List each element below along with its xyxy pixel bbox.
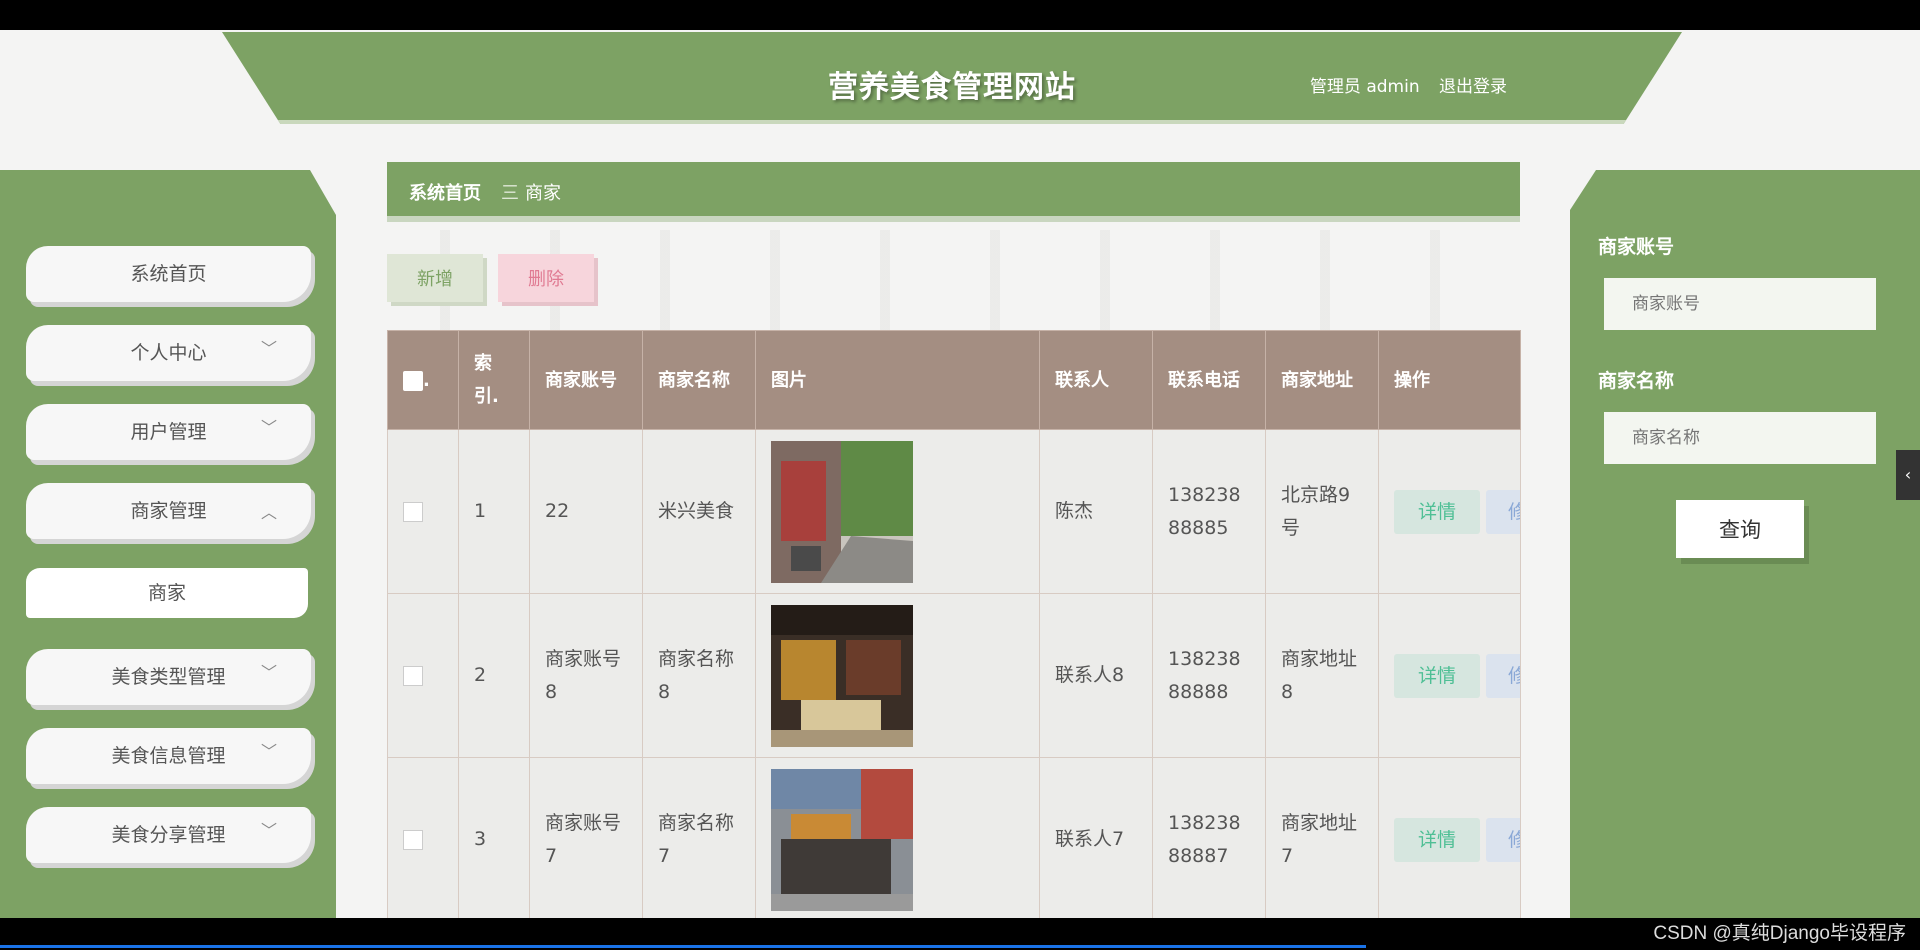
breadcrumb: 系统首页 三 商家	[387, 162, 1520, 222]
header-account: 商家账号	[529, 330, 643, 430]
sidebar-item-user-management[interactable]: 用户管理 ﹀	[26, 404, 311, 460]
cell-name: 米兴美食	[642, 429, 756, 594]
sidebar-subitem-label: 商家	[147, 582, 186, 604]
header-actions: 操作	[1378, 330, 1521, 430]
chevron-down-icon: ﹀	[260, 339, 277, 358]
header-select-all: .	[387, 330, 459, 430]
app-window: 营养美食管理网站 管理员 admin 退出登录 系统首页 个人中心 ﹀ 用户管理…	[0, 30, 1920, 918]
select-all-checkbox[interactable]	[403, 370, 423, 391]
sidebar-item-label: 美食类型管理	[111, 666, 226, 688]
detail-button[interactable]: 详情	[1394, 653, 1480, 698]
collapse-panel-icon[interactable]: ‹	[1896, 450, 1920, 500]
account-search-input[interactable]	[1604, 278, 1876, 330]
sidebar: 系统首页 个人中心 ﹀ 用户管理 ﹀ 商家管理 ︿ 商家 美食类型管理 ﹀ 美食…	[0, 170, 336, 918]
admin-label: 管理员 admin	[1309, 77, 1420, 97]
header-phone: 联系电话	[1152, 330, 1266, 430]
user-area: 管理员 admin 退出登录	[1310, 72, 1507, 97]
table-header-row: . 索引. 商家账号 商家名称 图片 联系人 联系电话 商家地址 操作	[387, 330, 1521, 430]
table-row: 3 商家账号7 商家名称7 联系人7 13823888887 商家地址7 详情	[387, 757, 1521, 918]
merchant-photo	[771, 440, 913, 583]
cell-phone: 13823888887	[1152, 757, 1266, 918]
merchant-photo	[771, 604, 913, 747]
detail-button[interactable]: 详情	[1394, 817, 1480, 862]
query-button[interactable]: 查询	[1676, 500, 1804, 558]
breadcrumb-home[interactable]: 系统首页	[409, 179, 481, 205]
logout-link[interactable]: 退出登录	[1439, 77, 1507, 97]
sidebar-item-label: 商家管理	[130, 500, 207, 522]
header-name: 商家名称	[642, 330, 756, 430]
sidebar-item-food-info-management[interactable]: 美食信息管理 ﹀	[26, 728, 311, 784]
cell-name: 商家名称7	[642, 757, 756, 918]
cell-phone: 13823888885	[1152, 429, 1266, 594]
table-row: 1 22 米兴美食 陈杰 13823888885 北京路9号 详情	[387, 429, 1521, 594]
chevron-down-icon: ﹀	[260, 821, 277, 840]
cell-contact: 联系人8	[1039, 593, 1153, 758]
sidebar-item-food-share-management[interactable]: 美食分享管理 ﹀	[26, 807, 311, 863]
add-button[interactable]: 新增	[387, 254, 483, 302]
cell-name: 商家名称8	[642, 593, 756, 758]
sidebar-item-label: 美食分享管理	[111, 824, 226, 846]
edit-button[interactable]: 修	[1486, 653, 1520, 698]
row-checkbox[interactable]	[403, 829, 423, 850]
cell-contact: 陈杰	[1039, 429, 1153, 594]
delete-button[interactable]: 删除	[498, 254, 594, 302]
cell-phone: 13823888888	[1152, 593, 1266, 758]
cell-index: 1	[458, 429, 530, 594]
sidebar-item-food-type-management[interactable]: 美食类型管理 ﹀	[26, 649, 311, 705]
cell-account: 商家账号8	[529, 593, 643, 758]
top-header: 营养美食管理网站 管理员 admin 退出登录	[222, 32, 1682, 124]
header-image: 图片	[755, 330, 1040, 430]
cell-contact: 联系人7	[1039, 757, 1153, 918]
watermark: CSDN @真纯Django毕设程序	[1653, 923, 1906, 944]
sidebar-item-merchant-management[interactable]: 商家管理 ︿	[26, 483, 311, 539]
chevron-down-icon: ﹀	[260, 663, 277, 682]
edit-button[interactable]: 修	[1486, 817, 1520, 862]
edit-button[interactable]: 修	[1486, 489, 1520, 534]
sidebar-item-personal-center[interactable]: 个人中心 ﹀	[26, 325, 311, 381]
sidebar-subitem-merchant[interactable]: 商家	[26, 568, 308, 618]
chevron-down-icon: ﹀	[260, 418, 277, 437]
search-panel: 商家账号 商家名称 查询	[1570, 170, 1920, 918]
account-label: 商家账号	[1598, 236, 1675, 258]
detail-button[interactable]: 详情	[1394, 489, 1480, 534]
merchant-photo	[771, 768, 913, 911]
breadcrumb-current: 商家	[525, 183, 561, 204]
name-search-input[interactable]	[1604, 412, 1876, 464]
cell-address: 北京路9号	[1265, 429, 1379, 594]
row-checkbox[interactable]	[403, 665, 423, 686]
sidebar-item-home[interactable]: 系统首页	[26, 246, 311, 302]
row-checkbox[interactable]	[403, 501, 423, 522]
cell-index: 3	[458, 757, 530, 918]
cell-address: 商家地址7	[1265, 757, 1379, 918]
cell-account: 商家账号7	[529, 757, 643, 918]
cell-account: 22	[529, 429, 643, 594]
name-label: 商家名称	[1598, 370, 1675, 392]
breadcrumb-separator-icon: 三	[501, 183, 519, 204]
sidebar-item-label: 用户管理	[130, 421, 207, 443]
header-address: 商家地址	[1265, 330, 1379, 430]
cell-address: 商家地址8	[1265, 593, 1379, 758]
sidebar-item-label: 个人中心	[130, 342, 207, 364]
cell-index: 2	[458, 593, 530, 758]
sidebar-item-label: 系统首页	[130, 263, 207, 285]
header-index: 索引.	[458, 330, 530, 430]
table-row: 2 商家账号8 商家名称8 联系人8 13823888888 商家地址8 详情	[387, 593, 1521, 758]
header-contact: 联系人	[1039, 330, 1153, 430]
sidebar-item-label: 美食信息管理	[111, 745, 226, 767]
merchant-table: . 索引. 商家账号 商家名称 图片 联系人 联系电话 商家地址 操作 1 22…	[387, 330, 1521, 918]
chevron-down-icon: ﹀	[260, 742, 277, 761]
chevron-up-icon: ︿	[260, 503, 277, 522]
video-progress-bar[interactable]	[0, 945, 1366, 948]
